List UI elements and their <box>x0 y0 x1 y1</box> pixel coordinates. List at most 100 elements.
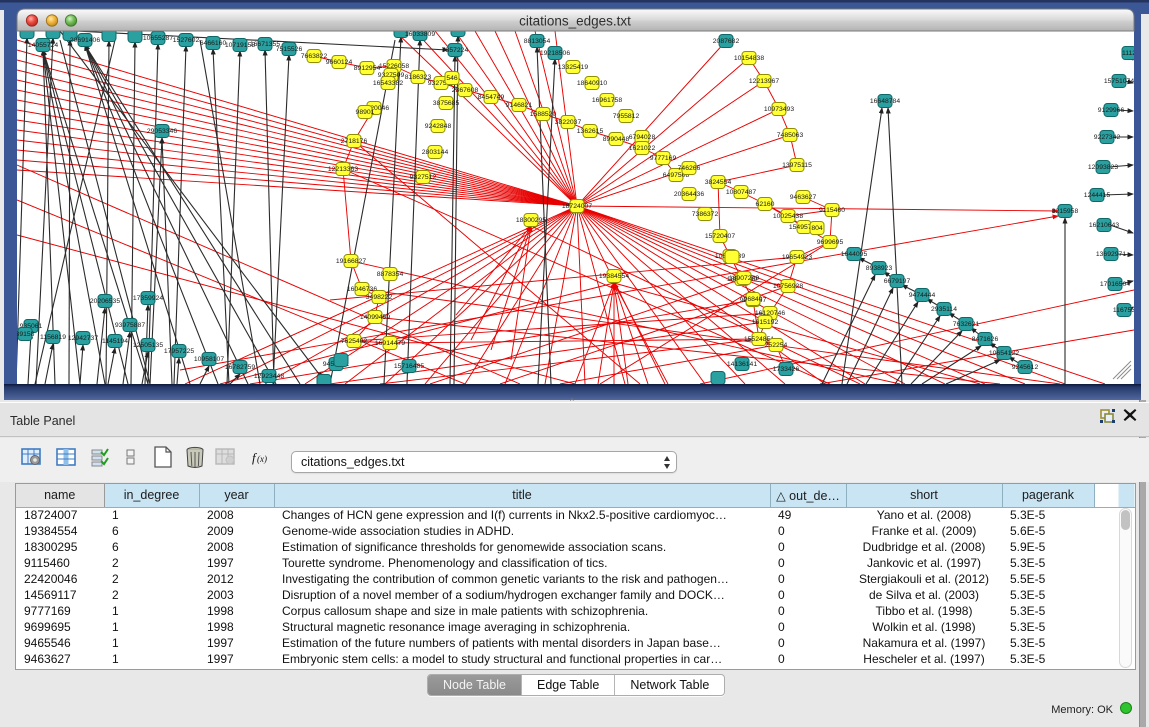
svg-text:(x): (x) <box>257 454 267 464</box>
svg-text:9463627: 9463627 <box>790 194 817 201</box>
svg-text:98901: 98901 <box>356 109 375 116</box>
svg-text:1588520: 1588520 <box>530 111 557 118</box>
svg-text:8215958: 8215958 <box>1052 208 1079 215</box>
svg-text:9474444: 9474444 <box>909 292 936 299</box>
svg-text:62160: 62160 <box>756 201 775 208</box>
svg-text:19218506: 19218506 <box>540 50 570 57</box>
svg-text:6466160: 6466160 <box>200 40 227 47</box>
svg-text:3498222: 3498222 <box>366 294 393 301</box>
svg-text:116753: 116753 <box>1113 307 1135 314</box>
svg-text:citations_edges.txt: citations_edges.txt <box>519 14 631 29</box>
svg-text:9660124: 9660124 <box>326 59 353 66</box>
svg-text:17957225: 17957225 <box>164 348 194 355</box>
svg-text:252254: 252254 <box>765 342 788 349</box>
svg-text:15751074: 15751074 <box>1104 78 1134 85</box>
svg-text:93975887: 93975887 <box>115 322 145 329</box>
svg-text:9777169: 9777169 <box>650 155 677 162</box>
svg-text:8912954: 8912954 <box>354 65 381 72</box>
svg-text:7955812: 7955812 <box>613 113 640 120</box>
svg-text:9242848: 9242848 <box>425 123 452 130</box>
svg-text:3875685: 3875685 <box>433 100 460 107</box>
svg-text:6679197: 6679197 <box>884 278 911 285</box>
svg-text:18300295: 18300295 <box>516 217 546 224</box>
svg-text:16033809: 16033809 <box>405 31 435 38</box>
svg-text:8990448: 8990448 <box>603 136 630 143</box>
svg-text:2367608: 2367608 <box>452 87 479 94</box>
svg-text:7625402: 7625402 <box>341 338 368 345</box>
svg-text:29053346: 29053346 <box>147 128 177 135</box>
svg-text:546: 546 <box>446 75 458 82</box>
svg-text:10973493: 10973493 <box>764 106 794 113</box>
svg-text:39158: 39158 <box>16 331 35 338</box>
svg-text:10025438: 10025438 <box>773 213 803 220</box>
svg-text:19654923: 19654923 <box>782 254 812 261</box>
svg-text:8878354: 8878354 <box>377 271 404 278</box>
svg-text:9699695: 9699695 <box>817 239 844 246</box>
svg-text:13692971: 13692971 <box>1096 251 1126 258</box>
svg-text:17016504: 17016504 <box>1100 281 1130 288</box>
svg-text:12942737: 12942737 <box>68 335 98 342</box>
svg-text:13975115: 13975115 <box>782 162 812 169</box>
svg-text:12213967: 12213967 <box>749 78 779 85</box>
svg-text:10154838: 10154838 <box>734 55 764 62</box>
svg-text:3824554: 3824554 <box>705 179 732 186</box>
svg-text:12093823: 12093823 <box>1088 164 1118 171</box>
svg-text:7515526: 7515526 <box>276 46 303 53</box>
svg-text:16914479: 16914479 <box>375 340 405 347</box>
svg-text:8938923: 8938923 <box>866 265 893 272</box>
svg-text:16210643: 16210643 <box>1089 222 1119 229</box>
svg-text:19166827: 19166827 <box>336 258 366 265</box>
svg-text:18907249: 18907249 <box>729 275 759 282</box>
svg-text:1156819: 1156819 <box>40 334 66 341</box>
svg-text:2803144: 2803144 <box>422 149 449 156</box>
svg-text:12923448: 12923448 <box>254 373 284 380</box>
svg-text:20364436: 20364436 <box>674 191 704 198</box>
svg-text:746266: 746266 <box>678 165 701 172</box>
svg-text:10756928: 10756928 <box>773 283 803 290</box>
svg-text:10654122: 10654122 <box>989 350 1019 357</box>
svg-text:1362615: 1362615 <box>577 128 604 135</box>
svg-text:1244415: 1244415 <box>1084 192 1111 199</box>
svg-text:1615192: 1615192 <box>752 319 779 326</box>
svg-text:15720407: 15720407 <box>705 233 735 240</box>
svg-text:1527602: 1527602 <box>173 37 200 44</box>
svg-text:8454749: 8454749 <box>478 94 505 101</box>
svg-text:12505135: 12505135 <box>133 342 163 349</box>
svg-text:8471626: 8471626 <box>972 336 999 343</box>
svg-text:20206535: 20206535 <box>90 298 120 305</box>
svg-text:9227342: 9227342 <box>1094 134 1121 141</box>
svg-text:14136141: 14136141 <box>727 361 757 368</box>
svg-text:20691406: 20691406 <box>70 37 100 44</box>
svg-text:804: 804 <box>811 225 823 232</box>
svg-text:14055724: 14055724 <box>28 42 58 49</box>
svg-text:16961758: 16961758 <box>592 97 622 104</box>
svg-text:10807487: 10807487 <box>726 189 756 196</box>
svg-text:7485063: 7485063 <box>777 132 804 139</box>
svg-text:9245612: 9245612 <box>1012 364 1039 371</box>
svg-text:2087682: 2087682 <box>713 38 740 45</box>
svg-text:18724007: 18724007 <box>562 203 592 210</box>
svg-text:1733426: 1733426 <box>773 366 800 373</box>
svg-text:1621022: 1621022 <box>629 145 656 152</box>
svg-text:16648784: 16648784 <box>870 98 900 105</box>
svg-text:2935114: 2935114 <box>931 306 957 313</box>
svg-text:1145194: 1145194 <box>102 338 128 345</box>
svg-text:15716485: 15716485 <box>394 363 424 370</box>
svg-text:2718176: 2718176 <box>341 138 368 145</box>
svg-text:14099459: 14099459 <box>360 314 390 321</box>
svg-text:6794028: 6794028 <box>629 134 656 141</box>
svg-text:9115460: 9115460 <box>819 207 845 214</box>
svg-text:9327512: 9327512 <box>410 174 437 181</box>
svg-text:17359924: 17359924 <box>133 295 163 302</box>
svg-text:7663822: 7663822 <box>301 53 328 60</box>
svg-text:7357224: 7357224 <box>442 47 469 54</box>
svg-text:7386372: 7386372 <box>692 211 719 218</box>
svg-text:13325419: 13325419 <box>558 64 588 71</box>
svg-text:16782759: 16782759 <box>225 364 255 371</box>
svg-text:96840: 96840 <box>744 296 763 303</box>
svg-text:8813054: 8813054 <box>524 38 551 45</box>
svg-text:18640910: 18640910 <box>577 80 607 87</box>
svg-text:12213363: 12213363 <box>328 166 358 173</box>
svg-text:9129966: 9129966 <box>1098 107 1125 114</box>
svg-text:7632621: 7632621 <box>953 321 980 328</box>
